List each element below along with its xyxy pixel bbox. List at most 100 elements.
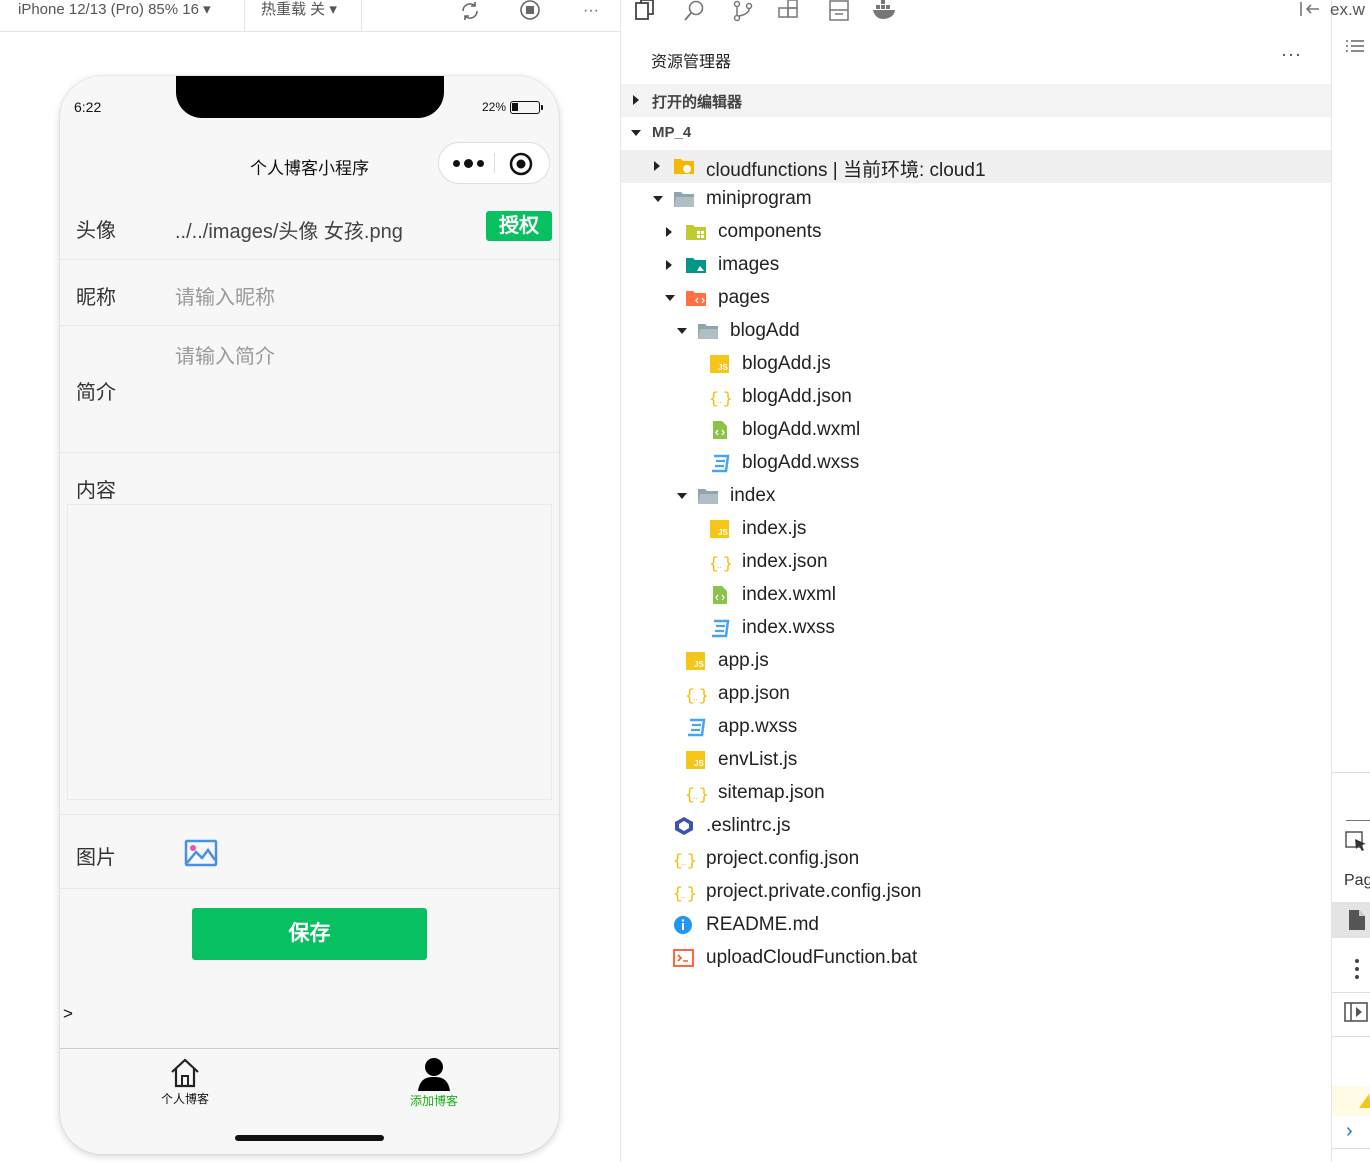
tree-item[interactable]: blogAdd [621, 315, 1332, 348]
tree-item[interactable]: {}.. app.json [621, 678, 1332, 711]
docker-icon[interactable] [872, 0, 898, 27]
warning-row[interactable] [1332, 1086, 1370, 1116]
tree-item-label: blogAdd.wxss [742, 452, 860, 473]
tree-item[interactable]: {}.. sitemap.json [621, 777, 1332, 810]
vconsole-chevron[interactable]: > [63, 1004, 73, 1024]
pages-tab[interactable]: Pag [1344, 872, 1370, 890]
tree-item[interactable]: {}.. blogAdd.json [621, 381, 1332, 414]
intro-input[interactable]: 请输入简介 [175, 340, 275, 369]
refresh-icon[interactable] [457, 0, 483, 22]
js-file-icon: JS [709, 354, 731, 374]
tab-label: 添加博客 [409, 1094, 458, 1108]
home-icon [171, 1058, 199, 1088]
extensions-icon[interactable] [777, 0, 803, 27]
svg-text:}: } [699, 786, 707, 803]
activity-bar [621, 0, 1332, 32]
files-icon[interactable] [633, 0, 657, 27]
capsule-more-icon[interactable] [452, 152, 484, 174]
collapse-panel-icon[interactable] [1298, 0, 1322, 25]
content-textarea[interactable] [67, 504, 552, 800]
home-indicator [235, 1135, 384, 1141]
console-chevron-icon[interactable]: › [1346, 1120, 1353, 1143]
svg-text:..: .. [693, 692, 698, 702]
tree-item[interactable]: JS app.js [621, 645, 1332, 678]
source-control-icon[interactable] [731, 0, 755, 27]
chevron-down-icon [631, 130, 641, 136]
svg-text:..: .. [693, 791, 698, 801]
tree-item-label: cloudfunctions | 当前环境: cloud1 [706, 160, 986, 181]
explorer-more-icon[interactable]: ··· [1281, 44, 1302, 65]
phone-notch [176, 76, 444, 118]
tree-item[interactable]: JS index.js [621, 513, 1332, 546]
wxss-file-icon [709, 618, 731, 638]
outline-icon[interactable] [1344, 38, 1366, 61]
folder-pages-icon [685, 288, 707, 308]
chevron-down-icon [677, 328, 687, 334]
nickname-label: 昵称 [76, 287, 116, 309]
tree-item-label: blogAdd.json [742, 386, 852, 407]
tree-item[interactable]: components [621, 216, 1332, 249]
tree-item[interactable]: app.wxss [621, 711, 1332, 744]
tree-item[interactable]: images [621, 249, 1332, 282]
svg-text:..: .. [717, 560, 722, 570]
capsule-close-icon[interactable] [509, 152, 533, 176]
authorize-button[interactable]: 授权 [486, 211, 552, 241]
battery-percent: 22% [482, 100, 507, 114]
info-file-icon [673, 915, 695, 935]
svg-text:..: .. [681, 857, 686, 867]
tree-item[interactable]: {}.. project.config.json [621, 843, 1332, 876]
editor-tab[interactable]: ex.w [1330, 0, 1365, 20]
tree-item[interactable]: pages [621, 282, 1332, 315]
project-section[interactable]: MP_4 [621, 117, 1332, 150]
chevron-right-icon [666, 260, 672, 270]
json-file-icon: {}.. [709, 387, 733, 408]
divider [1332, 1036, 1370, 1037]
tree-item[interactable]: blogAdd.wxss [621, 447, 1332, 480]
svg-text:..: .. [681, 890, 686, 900]
tree-item[interactable]: uploadCloudFunction.bat [621, 942, 1332, 975]
tree-item-label: images [718, 254, 780, 275]
tree-item[interactable]: index.wxml [621, 579, 1332, 612]
tree-item[interactable]: {}.. index.json [621, 546, 1332, 579]
tree-item[interactable]: README.md [621, 909, 1332, 942]
more-icon[interactable]: ··· [578, 0, 604, 22]
json-file-icon: {}.. [673, 882, 697, 903]
tree-item[interactable]: blogAdd.wxml [621, 414, 1332, 447]
image-upload-icon[interactable] [184, 838, 218, 868]
inspect-icon[interactable] [1344, 830, 1368, 857]
tree-item-label: index.wxml [742, 584, 836, 605]
tree-item[interactable]: index.wxss [621, 612, 1332, 645]
divider [60, 325, 559, 326]
file-tab-selected[interactable] [1332, 902, 1370, 938]
tree-item-label: index.wxss [742, 617, 835, 638]
explorer-panel: 资源管理器 ··· 打开的编辑器 MP_4 cloudfunctions | 当… [620, 0, 1332, 1162]
open-editors-section[interactable]: 打开的编辑器 [621, 84, 1332, 117]
tree-item[interactable]: cloudfunctions | 当前环境: cloud1 [621, 150, 1332, 183]
tree-item[interactable]: JS blogAdd.js [621, 348, 1332, 381]
tab-add-blog[interactable]: 添加博客 [369, 1056, 499, 1109]
stop-icon[interactable] [517, 0, 543, 22]
kebab-icon[interactable] [1354, 958, 1360, 985]
folder-images-icon [685, 255, 707, 275]
chevron-down-icon [677, 493, 687, 499]
tree-item[interactable]: JS envList.js [621, 744, 1332, 777]
intro-label: 简介 [76, 382, 116, 404]
nickname-input[interactable]: 请输入昵称 [175, 281, 275, 310]
device-select[interactable]: iPhone 12/13 (Pro) 85% 16 ▾ [18, 0, 211, 22]
svg-text:}: } [687, 852, 695, 869]
tree-item[interactable]: miniprogram [621, 183, 1332, 216]
save-button[interactable]: 保存 [192, 908, 427, 960]
tree-item[interactable]: index [621, 480, 1332, 513]
divider [60, 814, 559, 815]
svg-text:}: } [723, 390, 731, 407]
tree-item[interactable]: {}.. project.private.config.json [621, 876, 1332, 909]
hot-reload-toggle[interactable]: 热重载 关 ▾ [261, 0, 337, 22]
storage-icon[interactable] [828, 0, 852, 27]
panel-toggle-icon[interactable] [1344, 1002, 1368, 1027]
tab-personal-blog[interactable]: 个人博客 [120, 1056, 250, 1107]
bat-file-icon [673, 948, 695, 968]
tree-item[interactable]: .eslintrc.js [621, 810, 1332, 843]
json-file-icon: {}.. [685, 684, 709, 705]
chevron-right-icon [666, 227, 672, 237]
search-icon[interactable] [683, 0, 707, 27]
